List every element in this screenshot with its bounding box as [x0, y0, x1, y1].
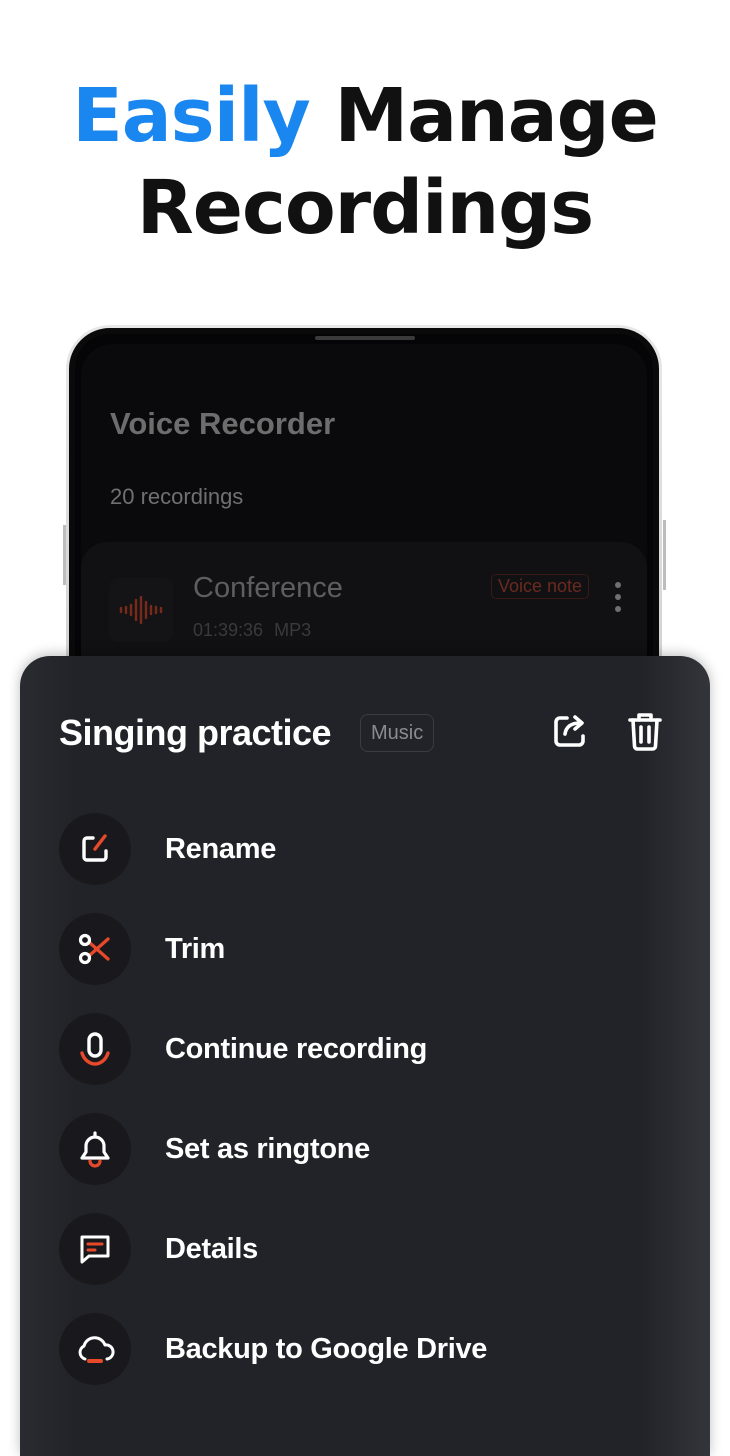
menu-item-backup-drive[interactable]: Backup to Google Drive [59, 1312, 659, 1386]
recording-name: Conference [193, 572, 343, 604]
recording-duration: 01:39:36 [193, 620, 264, 640]
details-icon [59, 1213, 131, 1285]
phone-speaker [315, 336, 415, 340]
recording-format: MP3 [274, 620, 312, 640]
bell-icon [59, 1113, 131, 1185]
menu-label: Continue recording [165, 1032, 428, 1065]
menu-item-set-ringtone[interactable]: Set as ringtone [59, 1112, 659, 1186]
menu-item-trim[interactable]: Trim [59, 912, 659, 986]
app-title: Voice Recorder [110, 406, 336, 441]
phone-side-button-right [663, 520, 666, 590]
sheet-tag: Music [360, 714, 435, 752]
scissors-icon [59, 913, 131, 985]
recordings-count: 20 recordings [110, 484, 244, 509]
headline-line2: Recordings [136, 165, 594, 251]
recording-meta: 01:39:36 MP3 [193, 620, 311, 641]
menu-label: Trim [165, 932, 226, 965]
headline-accent: Easily [72, 73, 310, 159]
sheet-title: Singing practice [59, 712, 332, 753]
microphone-icon [59, 1013, 131, 1085]
edit-icon [59, 813, 131, 885]
menu-item-rename[interactable]: Rename [59, 812, 659, 886]
recording-badge: Voice note [491, 574, 590, 599]
more-options-icon[interactable] [613, 582, 623, 622]
headline-rest: Manage [334, 73, 658, 159]
menu-item-details[interactable]: Details [59, 1212, 659, 1286]
delete-button[interactable] [625, 711, 665, 751]
waveform-icon [109, 578, 173, 642]
menu-item-continue-recording[interactable]: Continue recording [59, 1012, 659, 1086]
share-button[interactable] [550, 711, 590, 751]
share-icon [554, 715, 585, 747]
bottom-sheet: Singing practice Music Rename Trim Conti… [20, 656, 710, 1456]
headline: Easily Manage Recordings [0, 70, 730, 254]
menu-label: Set as ringtone [165, 1132, 370, 1165]
menu-label: Rename [165, 832, 277, 865]
menu-label: Details [165, 1232, 258, 1265]
cloud-upload-icon [59, 1313, 131, 1385]
menu-label: Backup to Google Drive [165, 1332, 488, 1365]
trash-icon [628, 713, 662, 751]
